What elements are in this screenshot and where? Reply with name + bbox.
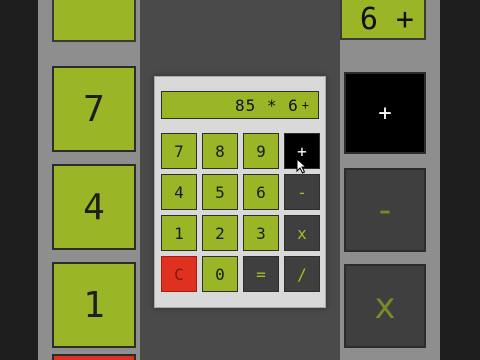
mouse-pointer-icon bbox=[296, 158, 308, 174]
key-divide[interactable]: / bbox=[284, 256, 320, 292]
calculator-display: 85 * 6 + bbox=[161, 91, 319, 119]
background-pillar-left bbox=[0, 0, 38, 360]
background-key-clear bbox=[52, 354, 136, 360]
background-key-minus: - bbox=[344, 168, 426, 252]
display-pending-operator: + bbox=[301, 98, 310, 112]
key-8[interactable]: 8 bbox=[202, 133, 238, 169]
display-expression: 85 * 6 bbox=[234, 95, 299, 115]
background-key-7: 7 bbox=[52, 66, 136, 152]
calculator-window: 85 * 6 + 7 8 9 + 4 5 6 - 1 2 3 x C 0 = / bbox=[154, 76, 326, 308]
key-7[interactable]: 7 bbox=[161, 133, 197, 169]
background-pillar-right bbox=[440, 0, 480, 360]
key-2[interactable]: 2 bbox=[202, 215, 238, 251]
key-minus[interactable]: - bbox=[284, 174, 320, 210]
key-1[interactable]: 1 bbox=[161, 215, 197, 251]
background-key-plus: + bbox=[344, 72, 426, 154]
key-equals[interactable]: = bbox=[243, 256, 279, 292]
background-key-4: 4 bbox=[52, 164, 136, 250]
background-display-right: 6 + bbox=[340, 0, 426, 40]
key-5[interactable]: 5 bbox=[202, 174, 238, 210]
background-key-1: 1 bbox=[52, 262, 136, 348]
background-display-left bbox=[52, 0, 136, 42]
background-key-multiply: x bbox=[344, 264, 426, 348]
key-clear[interactable]: C bbox=[161, 256, 197, 292]
key-9[interactable]: 9 bbox=[243, 133, 279, 169]
key-4[interactable]: 4 bbox=[161, 174, 197, 210]
key-0[interactable]: 0 bbox=[202, 256, 238, 292]
key-6[interactable]: 6 bbox=[243, 174, 279, 210]
key-multiply[interactable]: x bbox=[284, 215, 320, 251]
key-3[interactable]: 3 bbox=[243, 215, 279, 251]
